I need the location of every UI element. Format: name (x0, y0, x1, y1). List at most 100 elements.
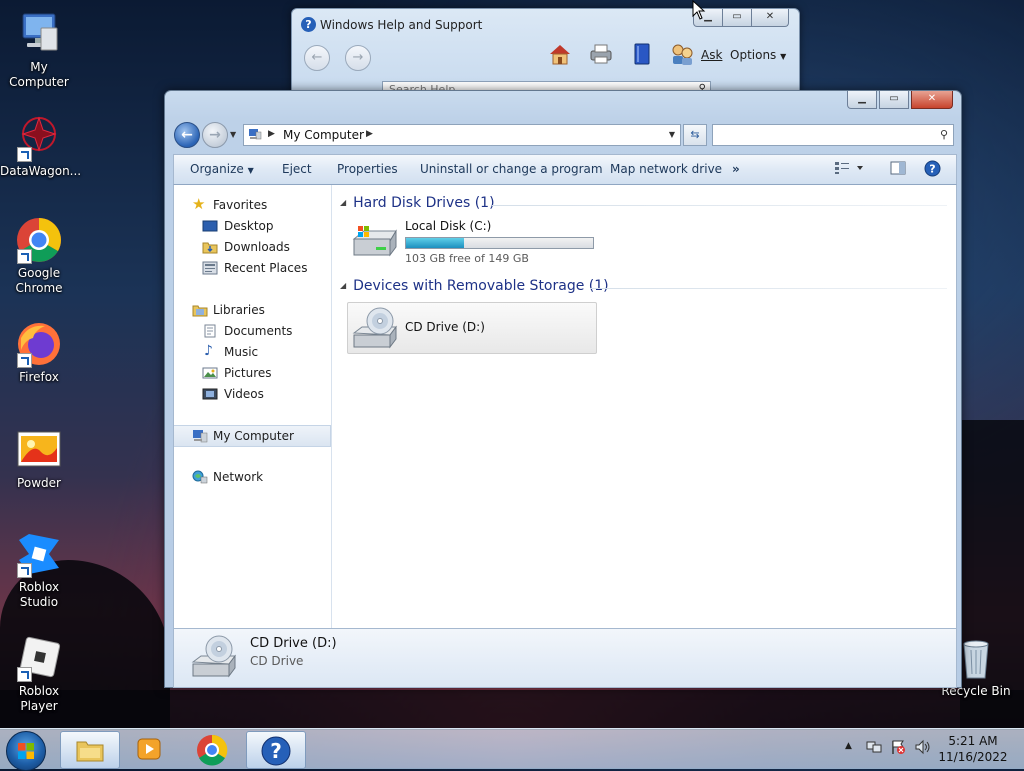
nav-item-downloads[interactable]: Downloads (174, 237, 331, 257)
powder-icon (15, 426, 63, 474)
navigation-pane: ★ Favorites Desktop Downloads Recent Pla… (174, 185, 332, 628)
desktop-icon-google-chrome[interactable]: Google Chrome (0, 216, 78, 296)
nav-item-documents[interactable]: Documents (174, 321, 331, 341)
recent-pages-dropdown-icon[interactable]: ▼ (230, 130, 236, 139)
windows-logo-icon (18, 743, 34, 759)
nav-label: My Computer (213, 429, 294, 443)
close-button[interactable]: ✕ (751, 9, 789, 27)
nav-item-desktop[interactable]: Desktop (174, 216, 331, 236)
desktop-icon-label: My Computer (9, 60, 69, 89)
map-network-drive-button[interactable]: Map network drive (610, 162, 722, 176)
network-tray-icon[interactable] (866, 739, 882, 758)
drive-cd-drive-d[interactable]: CD Drive (D:) (347, 302, 597, 354)
address-dropdown-icon[interactable]: ▼ (669, 130, 675, 139)
desktop-icon-roblox-player[interactable]: Roblox Player (0, 634, 78, 714)
start-button[interactable] (6, 731, 46, 771)
taskbar-chrome-button[interactable] (183, 731, 241, 767)
help-icon: ? (261, 736, 291, 766)
more-commands-button[interactable]: » (732, 162, 740, 176)
ask-label[interactable]: Ask (701, 48, 722, 62)
nav-item-music[interactable]: ♪ Music (174, 342, 331, 362)
disk-usage-bar (405, 237, 594, 249)
taskbar-help-button[interactable]: ? (246, 731, 306, 769)
breadcrumb-arrow-icon[interactable]: ▶ (366, 129, 373, 139)
browse-help-icon[interactable] (632, 43, 652, 70)
nav-item-pictures[interactable]: Pictures (174, 363, 331, 383)
desktop-icon-powder[interactable]: Powder (0, 426, 78, 491)
forward-button[interactable]: → (202, 122, 228, 148)
nav-item-network[interactable]: Network (174, 467, 331, 487)
system-clock[interactable]: 5:21 AM 11/16/2022 (938, 733, 1008, 765)
collapse-arrow-icon: ◢ (340, 281, 347, 290)
command-bar: Organize ▼ Eject Properties Uninstall or… (173, 154, 957, 185)
roblox-studio-icon (15, 530, 63, 578)
shortcut-arrow-icon (17, 249, 32, 264)
nav-item-videos[interactable]: Videos (174, 384, 331, 404)
back-button[interactable]: ← (304, 45, 330, 71)
desktop-icon-label: Roblox Player (18, 684, 60, 713)
address-row: ← → ▼ ▶ My Computer ▶ ▼ ⇆ ⚲ (173, 122, 955, 148)
search-icon[interactable]: ⚲ (940, 128, 948, 141)
explorer-window[interactable]: ▁ ▭ ✕ ← → ▼ ▶ My Computer ▶ ▼ ⇆ ⚲ Organi… (164, 90, 962, 688)
help-icon[interactable]: ? (924, 160, 941, 180)
group-header-hard-disk-drives[interactable]: ◢ Hard Disk Drives (1) (340, 195, 495, 211)
preview-pane-icon[interactable] (890, 161, 906, 178)
nav-label: Downloads (224, 240, 290, 254)
group-header-removable-storage[interactable]: ◢ Devices with Removable Storage (1) (340, 278, 609, 294)
search-input[interactable] (717, 125, 931, 145)
taskbar-media-player-button[interactable] (121, 731, 179, 767)
address-bar[interactable]: ▶ My Computer ▶ ▼ (243, 124, 681, 146)
nav-label: Music (224, 345, 259, 359)
printer-icon[interactable] (588, 43, 614, 70)
computer-icon (249, 129, 262, 140)
taskbar-explorer-button[interactable] (60, 731, 120, 769)
refresh-button[interactable]: ⇆ (683, 124, 707, 146)
documents-icon (204, 324, 216, 338)
cd-drive-icon (191, 635, 236, 678)
show-hidden-icons-button[interactable]: ▲ (845, 741, 852, 751)
search-box[interactable]: ⚲ (712, 124, 954, 146)
help-and-support-window[interactable]: ? Windows Help and Support ▁ ▭ ✕ ← → Ask… (291, 8, 800, 100)
details-name: CD Drive (D:) (250, 636, 337, 651)
organize-menu[interactable]: Organize ▼ (190, 162, 254, 176)
nav-item-favorites[interactable]: ★ Favorites (174, 195, 331, 215)
options-menu[interactable]: Options ▼ (730, 48, 786, 62)
desktop-icon-firefox[interactable]: Firefox (0, 320, 78, 385)
group-divider (492, 205, 947, 206)
forward-button[interactable]: → (345, 45, 371, 71)
desktop-icon-datawagon[interactable]: DataWagon... (0, 114, 81, 179)
view-options-icon[interactable] (834, 161, 864, 178)
eject-button[interactable]: Eject (282, 162, 312, 176)
properties-button[interactable]: Properties (337, 162, 398, 176)
nav-label: Documents (224, 324, 293, 338)
collapse-arrow-icon: ◢ (340, 198, 347, 207)
breadcrumb-location[interactable]: My Computer (283, 128, 364, 142)
nav-item-recent-places[interactable]: Recent Places (174, 258, 331, 278)
ground-silhouette (0, 690, 1024, 730)
nav-item-my-computer[interactable]: My Computer (174, 425, 331, 447)
volume-icon[interactable] (914, 739, 932, 758)
breadcrumb-arrow-icon[interactable]: ▶ (268, 129, 275, 139)
network-icon (192, 470, 208, 484)
ask-icon[interactable] (670, 43, 694, 70)
drive-local-disk-c[interactable]: Local Disk (C:) 103 GB free of 149 GB (350, 219, 610, 269)
action-center-flag-icon[interactable] (890, 739, 906, 758)
chevron-down-icon: ▼ (780, 52, 787, 61)
maximize-button[interactable]: ▭ (879, 91, 909, 109)
desktop-icon-roblox-studio[interactable]: Roblox Studio (0, 530, 78, 610)
desktop-icon-my-computer[interactable]: My Computer (0, 10, 78, 90)
maximize-button[interactable]: ▭ (722, 9, 752, 27)
nav-label: Videos (224, 387, 264, 401)
close-button[interactable]: ✕ (911, 91, 953, 109)
minimize-button[interactable]: ▁ (847, 91, 877, 109)
computer-icon (193, 430, 208, 443)
uninstall-program-button[interactable]: Uninstall or change a program (420, 162, 603, 176)
back-button[interactable]: ← (174, 122, 200, 148)
clock-time: 5:21 AM (948, 734, 998, 748)
details-pane: CD Drive (D:) CD Drive (173, 628, 957, 688)
nav-item-libraries[interactable]: Libraries (174, 300, 331, 320)
group-divider (590, 288, 947, 289)
folder-icon (76, 741, 104, 762)
home-icon[interactable] (548, 43, 572, 70)
downloads-folder-icon (202, 242, 218, 254)
